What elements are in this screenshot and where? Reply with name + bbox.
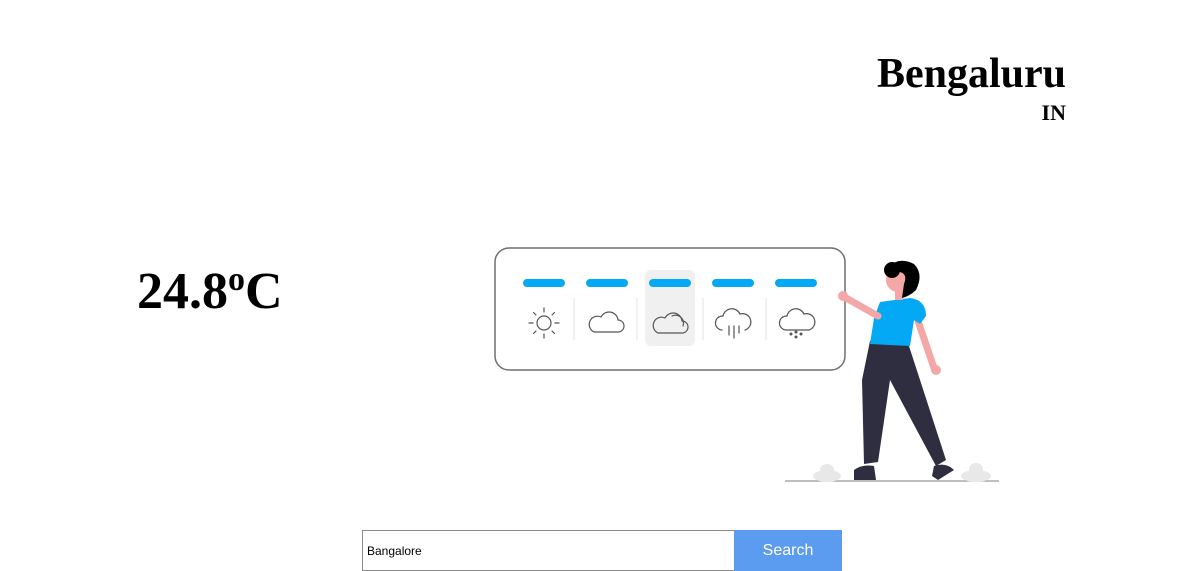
person-figure (838, 260, 954, 480)
search-bar: Search (362, 530, 842, 571)
bush-icon (813, 463, 991, 482)
temperature-value: 24.8 (137, 263, 228, 320)
forecast-bar (523, 279, 565, 287)
city-name: Bengaluru (876, 51, 1066, 97)
search-input[interactable] (362, 530, 734, 571)
degree-symbol: o (228, 261, 245, 298)
forecast-bar (775, 279, 817, 287)
forecast-bar (712, 279, 754, 287)
search-button[interactable]: Search (734, 530, 842, 571)
temperature-unit: C (245, 263, 283, 320)
forecast-bar (649, 279, 691, 287)
forecast-bar (586, 279, 628, 287)
country-code: IN (1041, 100, 1066, 125)
weather-illustration (494, 247, 999, 482)
temperature-display: 24.8oC (137, 262, 283, 322)
